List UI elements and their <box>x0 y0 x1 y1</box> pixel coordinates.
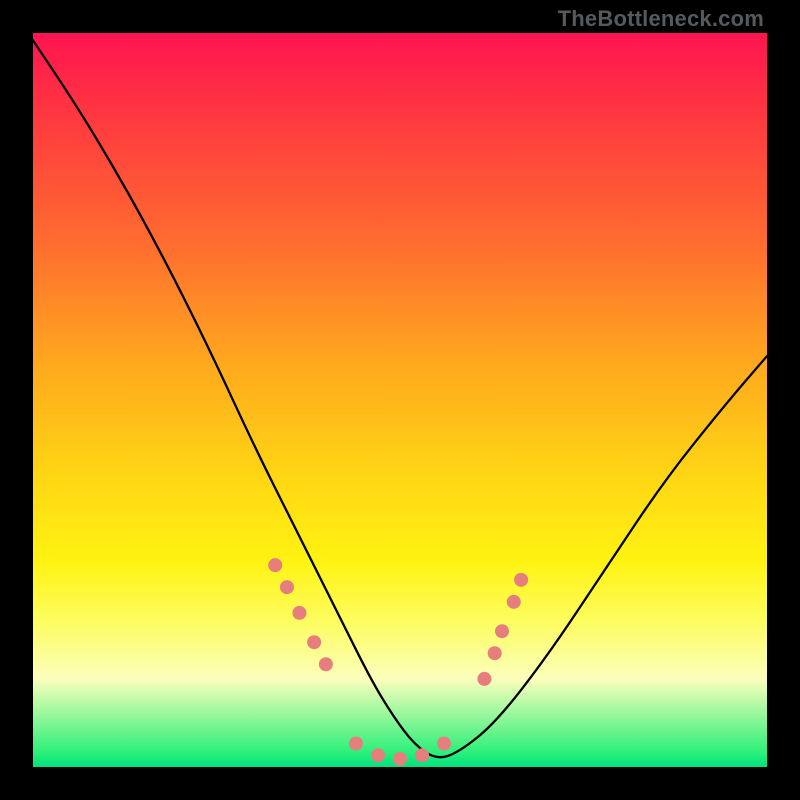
data-marker <box>319 657 333 671</box>
attribution-watermark: TheBottleneck.com <box>558 6 764 32</box>
data-marker <box>415 748 429 762</box>
data-marker <box>268 558 282 572</box>
data-marker <box>307 635 321 649</box>
data-marker <box>349 737 363 751</box>
data-marker <box>280 580 294 594</box>
plot-area <box>33 33 767 767</box>
chart-stage: TheBottleneck.com <box>0 0 800 800</box>
data-marker <box>292 606 306 620</box>
data-marker <box>437 737 451 751</box>
data-marker <box>495 624 509 638</box>
marker-group <box>268 558 528 766</box>
bottleneck-curve <box>33 40 767 757</box>
data-marker <box>488 646 502 660</box>
data-marker <box>371 748 385 762</box>
chart-svg <box>33 33 767 767</box>
data-marker <box>514 573 528 587</box>
data-marker <box>507 595 521 609</box>
data-marker <box>477 672 491 686</box>
data-marker <box>393 752 407 766</box>
